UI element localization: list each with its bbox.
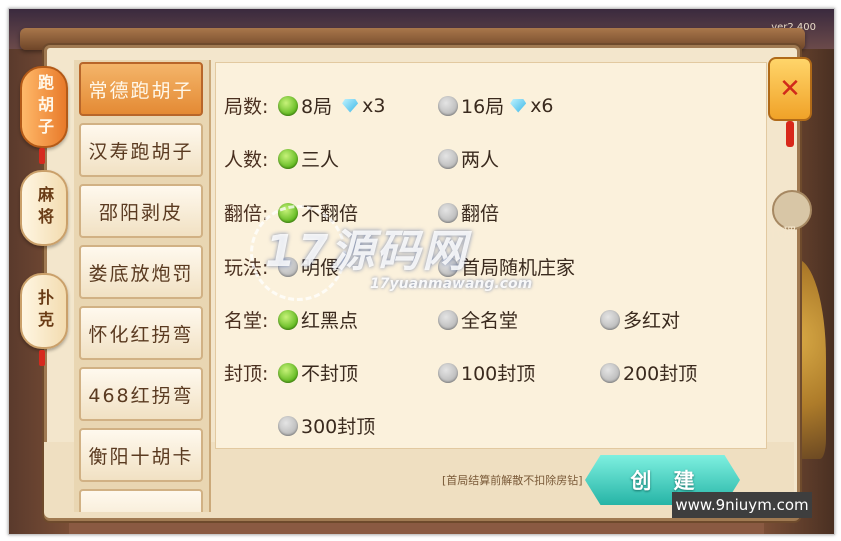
radio-icon bbox=[438, 362, 458, 383]
hall-label: 名堂: bbox=[224, 310, 269, 332]
option-text: 全名堂 bbox=[461, 310, 519, 332]
dissolve-tip: [首局结算前解散不扣除房钻] bbox=[442, 474, 583, 487]
hall-option-honghei[interactable]: 红黑点 bbox=[278, 306, 358, 333]
tassel-icon bbox=[786, 121, 794, 147]
diamond-icon bbox=[510, 98, 527, 113]
radio-icon bbox=[600, 362, 620, 383]
side-tab-paohuzi[interactable]: 跑胡子 bbox=[20, 66, 68, 148]
game-item-changde-paohuzi[interactable]: 常德跑胡子 bbox=[79, 62, 203, 116]
cap-option-none[interactable]: 不封顶 bbox=[278, 359, 358, 386]
option-text: 100封顶 bbox=[461, 363, 536, 385]
watermark-url: 17yuanmawang.com bbox=[370, 276, 533, 292]
cap-label: 封顶: bbox=[224, 363, 269, 385]
side-tab-poker[interactable]: 扑克 bbox=[20, 273, 68, 349]
diamond-icon bbox=[342, 98, 359, 113]
radio-selected-icon bbox=[278, 95, 298, 116]
side-tab-mahjong[interactable]: 麻将 bbox=[20, 170, 68, 246]
radio-selected-icon bbox=[278, 309, 298, 330]
close-icon: ✕ bbox=[779, 74, 801, 104]
option-text: 三人 bbox=[301, 149, 340, 171]
hall-option-duohongdui[interactable]: 多红对 bbox=[600, 306, 680, 333]
option-text: 8局 bbox=[301, 96, 333, 118]
watermark-text: 17源码网 bbox=[265, 226, 469, 277]
hall-option-full[interactable]: 全名堂 bbox=[438, 306, 518, 333]
cap-option-100[interactable]: 100封顶 bbox=[438, 359, 535, 386]
players-option-two[interactable]: 两人 bbox=[438, 145, 499, 172]
game-list[interactable]: 常德跑胡子 汉寿跑胡子 邵阳剥皮 娄底放炮罚 怀化红拐弯 468红拐弯 衡阳十胡… bbox=[74, 60, 211, 512]
option-text: 16局 bbox=[461, 96, 505, 118]
option-text: 不封顶 bbox=[301, 363, 359, 385]
agent-label: 代理 bbox=[770, 226, 797, 241]
corner-watermark-url: www.9niuym.com bbox=[672, 492, 812, 518]
option-text: 两人 bbox=[461, 149, 500, 171]
radio-icon bbox=[438, 148, 458, 169]
tassel-icon bbox=[39, 148, 45, 164]
option-text: 多红对 bbox=[623, 310, 681, 332]
tassel-icon bbox=[39, 350, 45, 366]
cost-multiplier: x6 bbox=[530, 94, 554, 117]
game-item-468-hongguaiwan[interactable]: 468红拐弯 bbox=[79, 367, 203, 421]
game-item-partial[interactable] bbox=[79, 489, 203, 512]
players-option-three[interactable]: 三人 bbox=[278, 145, 339, 172]
option-text: 300封顶 bbox=[301, 416, 376, 438]
close-lantern-button[interactable]: ✕ bbox=[768, 57, 812, 121]
game-item-hanshou-paohuzi[interactable]: 汉寿跑胡子 bbox=[79, 123, 203, 177]
game-item-hengyang-shihuka[interactable]: 衡阳十胡卡 bbox=[79, 428, 203, 482]
players-label: 人数: bbox=[224, 149, 269, 171]
rounds-label: 局数: bbox=[224, 96, 269, 118]
game-item-loudi-fangpaofa[interactable]: 娄底放炮罚 bbox=[79, 245, 203, 299]
game-item-shaoyang-bopi[interactable]: 邵阳剥皮 bbox=[79, 184, 203, 238]
radio-icon bbox=[278, 415, 298, 436]
radio-selected-icon bbox=[278, 148, 298, 169]
cost-multiplier: x3 bbox=[362, 94, 386, 117]
rounds-option-16[interactable]: 16局 x6 bbox=[438, 92, 554, 119]
radio-icon bbox=[438, 95, 458, 116]
rounds-option-8[interactable]: 8局 x3 bbox=[278, 92, 385, 119]
cap-option-300[interactable]: 300封顶 bbox=[278, 412, 375, 439]
cap-option-200[interactable]: 200封顶 bbox=[600, 359, 697, 386]
radio-icon bbox=[600, 309, 620, 330]
radio-icon bbox=[438, 309, 458, 330]
radio-selected-icon bbox=[278, 362, 298, 383]
game-item-huaihua-hongguaiwan[interactable]: 怀化红拐弯 bbox=[79, 306, 203, 360]
option-text: 红黑点 bbox=[301, 310, 359, 332]
option-text: 200封顶 bbox=[623, 363, 698, 385]
